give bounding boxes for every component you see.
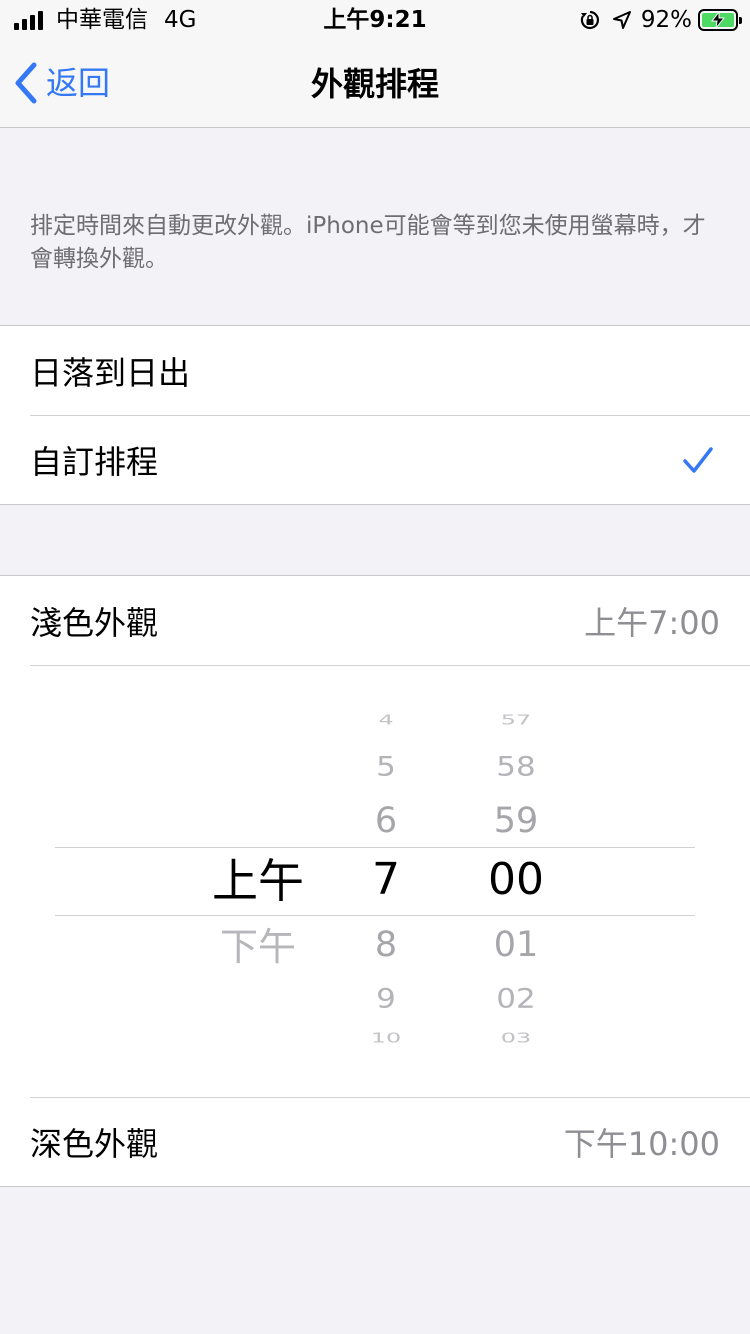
light-appearance-label: 淺色外觀 <box>30 603 159 642</box>
light-appearance-row[interactable]: 淺色外觀 上午7:00 <box>30 576 750 665</box>
picker-hour-option: 4 <box>378 712 394 728</box>
navigation-bar: 返回 外觀排程 <box>0 40 750 128</box>
dark-appearance-time: 下午10:00 <box>563 1125 720 1163</box>
picker-hour-option: 10 <box>370 1030 402 1046</box>
dark-appearance-label: 深色外觀 <box>30 1125 159 1163</box>
light-appearance-time: 上午7:00 <box>584 603 720 642</box>
picker-hour-selected: 7 <box>372 854 400 905</box>
dark-appearance-row[interactable]: 深色外觀 下午10:00 <box>30 1097 750 1186</box>
picker-minute-option: 58 <box>496 751 536 783</box>
picker-period-selected: 上午 <box>212 854 304 908</box>
status-right: 92% <box>579 6 742 34</box>
picker-hour-option: 9 <box>376 983 396 1015</box>
option-custom-schedule[interactable]: 自訂排程 <box>30 415 750 504</box>
option-label: 自訂排程 <box>30 443 159 481</box>
picker-minute-option: 02 <box>496 983 536 1015</box>
section-description: 排定時間來自動更改外觀。iPhone可能會等到您未使用螢幕時，才會轉換外觀。 <box>30 213 706 272</box>
picker-hour-option: 8 <box>374 925 398 965</box>
page-title: 外觀排程 <box>310 65 439 103</box>
time-picker[interactable]: 上午 下午 4 5 6 7 8 9 10 57 58 59 00 01 02 0… <box>30 665 750 1097</box>
picker-hour-option: 6 <box>374 801 398 841</box>
picker-minute-option: 03 <box>500 1030 532 1046</box>
appearance-times-group: 淺色外觀 上午7:00 上午 下午 4 5 6 7 8 9 10 57 58 5… <box>0 575 750 1187</box>
battery-percent: 92% <box>640 7 692 33</box>
picker-minute-option: 57 <box>500 712 532 728</box>
picker-minute-option: 01 <box>493 925 539 965</box>
status-bar: 中華電信 4G 上午9:21 92% <box>0 0 750 40</box>
battery-charging-icon <box>698 9 742 31</box>
picker-minute-selected: 00 <box>488 854 544 905</box>
rotation-lock-icon <box>580 10 599 30</box>
option-label: 日落到日出 <box>30 353 191 392</box>
picker-minute-option: 59 <box>493 801 539 841</box>
picker-hour-option: 5 <box>376 751 396 783</box>
checkmark-icon <box>683 447 713 473</box>
option-sunset-to-sunrise[interactable]: 日落到日出 <box>30 326 750 415</box>
schedule-options-group: 日落到日出 自訂排程 <box>0 325 750 505</box>
location-arrow-icon <box>612 11 631 29</box>
picker-period-option: 下午 <box>219 925 296 969</box>
screen: 中華電信 4G 上午9:21 92% 返回 外觀排程 排定時間來自動更改外觀。i… <box>0 0 750 1334</box>
